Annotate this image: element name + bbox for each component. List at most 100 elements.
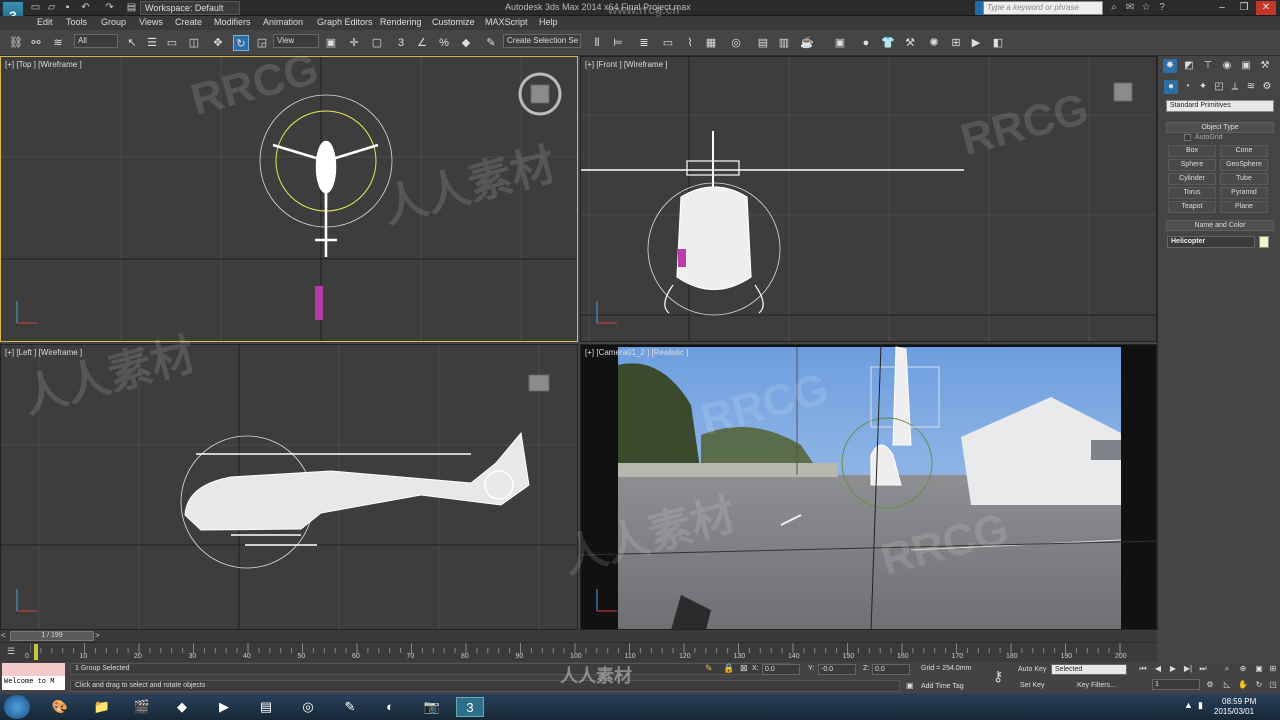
sphere-object-icon[interactable]: ● — [858, 35, 874, 51]
app-circle-icon[interactable]: ◐ — [376, 697, 404, 717]
auto-key-button[interactable]: Auto Key — [1018, 666, 1046, 673]
key-set-dropdown[interactable]: Selected — [1051, 664, 1127, 675]
layer-manager-icon[interactable]: ≣ — [636, 35, 652, 51]
subscription-icon[interactable]: ✉ — [1124, 2, 1136, 14]
primitive-type-dropdown[interactable]: Standard Primitives — [1166, 100, 1274, 112]
go-to-start-icon[interactable]: ⏮ — [1136, 663, 1150, 675]
favorites-icon[interactable]: ☆ — [1140, 2, 1152, 14]
render-production-icon[interactable]: ☕ — [799, 35, 815, 51]
close-button[interactable]: ✕ — [1256, 1, 1276, 15]
cylinder-button[interactable]: Cylinder — [1168, 173, 1216, 185]
name-color-rollout[interactable]: Name and Color — [1166, 220, 1274, 231]
set-key-icon[interactable]: ⚷ — [993, 668, 1003, 685]
box-button[interactable]: Box — [1168, 145, 1216, 157]
isolate-selection-icon[interactable]: ✎ — [705, 663, 713, 674]
particle-icon[interactable]: ✺ — [926, 35, 942, 51]
viewport-top[interactable]: [+] [Top ] [Wireframe ] — [0, 56, 578, 342]
zoom-extents-icon[interactable]: ▣ — [1252, 663, 1266, 675]
maximize-viewport-icon[interactable]: ◳ — [1266, 679, 1280, 691]
select-move-icon[interactable]: ✥ — [210, 35, 226, 51]
helpers-icon[interactable]: ⟂ — [1228, 80, 1242, 94]
key-filters-button[interactable]: Key Filters... — [1077, 682, 1116, 689]
viewcube-front[interactable] — [1113, 82, 1133, 102]
object-name-field[interactable]: Helicopter — [1167, 236, 1255, 248]
play-preview-icon[interactable]: ▶ — [968, 35, 984, 51]
systems-icon[interactable]: ⚙ — [1260, 80, 1274, 94]
keyboard-shortcut-icon[interactable]: ▢ — [369, 35, 385, 51]
media-player-icon[interactable]: 🎬 — [128, 697, 156, 717]
next-frame-button-icon[interactable]: ▶| — [1181, 663, 1195, 675]
wrench-icon[interactable]: ⚒ — [902, 35, 918, 51]
camera-app-icon[interactable]: 📷 — [418, 697, 446, 717]
modify-tab-icon[interactable]: ◩ — [1182, 59, 1196, 73]
schematic-view-icon[interactable]: ▦ — [703, 35, 719, 51]
clock-date[interactable]: 2015/03/01 — [1214, 707, 1254, 716]
go-to-end-icon[interactable]: ⏭ — [1196, 663, 1210, 675]
save-icon[interactable]: ▪ — [62, 2, 73, 13]
menu-rendering[interactable]: Rendering — [380, 17, 422, 27]
time-configuration-icon[interactable]: ⚙ — [1203, 679, 1217, 691]
viewport-front-label[interactable]: [+] [Front ] [Wireframe ] — [585, 60, 667, 69]
help-icon[interactable]: ? — [1156, 2, 1168, 14]
curve-editor-icon[interactable]: ⌇ — [682, 35, 698, 51]
3dsmax-task-icon[interactable]: 3 — [456, 697, 484, 717]
design-tool-icon[interactable]: ✎ — [336, 697, 364, 717]
pan-icon[interactable]: ✋ — [1236, 679, 1250, 691]
chrome-icon[interactable]: ◎ — [294, 697, 322, 717]
reference-coordinate-dropdown[interactable]: View — [273, 34, 319, 48]
next-frame-icon[interactable]: > — [95, 631, 100, 640]
render-effects-icon[interactable]: ◧ — [990, 35, 1006, 51]
display-tab-icon[interactable]: ▣ — [1239, 59, 1253, 73]
select-manipulate-icon[interactable]: ✛ — [346, 35, 362, 51]
viewcube-left[interactable] — [528, 374, 550, 392]
material-editor-icon[interactable]: ◎ — [728, 35, 744, 51]
workspace-dropdown[interactable]: Workspace: Default — [140, 1, 240, 15]
create-tab-icon[interactable]: ✸ — [1163, 59, 1177, 73]
absolute-mode-icon[interactable]: ⊠ — [740, 663, 748, 674]
cone-button[interactable]: Cone — [1220, 145, 1268, 157]
trackbar[interactable]: ☰ 0 10 20 30 40 50 60 70 80 90 100 110 120 130 140 150 1… — [0, 642, 1157, 662]
add-time-tag[interactable]: Add Time Tag — [921, 683, 964, 690]
hierarchy-tab-icon[interactable]: ⊤ — [1201, 59, 1215, 73]
y-coordinate-field[interactable]: -0.0 — [818, 664, 856, 675]
select-scale-icon[interactable]: ◲ — [254, 35, 270, 51]
maxscript-mini-listener[interactable]: Welcome to M — [2, 676, 65, 690]
zoom-icon[interactable]: ⌕ — [1220, 663, 1234, 675]
pivot-center-icon[interactable]: ▣ — [323, 35, 339, 51]
paint-icon[interactable]: 🎨 — [46, 697, 74, 717]
menu-modifiers[interactable]: Modifiers — [214, 17, 251, 27]
torus-button[interactable]: Torus — [1168, 187, 1216, 199]
redo-icon[interactable]: ↷ — [104, 2, 115, 13]
snap-toggle-icon[interactable]: 3 — [393, 35, 409, 51]
prev-frame-icon[interactable]: < — [1, 631, 6, 640]
plane-button[interactable]: Plane — [1220, 201, 1268, 213]
spinner-snap-icon[interactable]: ◆ — [458, 35, 474, 51]
edit-named-selection-icon[interactable]: ✎ — [483, 35, 499, 51]
search-scope-icon[interactable] — [975, 1, 983, 15]
maxscript-listener-output[interactable] — [2, 663, 65, 676]
teapot-button[interactable]: Teapot — [1168, 201, 1216, 213]
z-coordinate-field[interactable]: 0.0 — [872, 664, 910, 675]
binoculars-icon[interactable]: ⌕ — [1108, 2, 1120, 14]
reactor-icon[interactable]: ⊞ — [948, 35, 964, 51]
geometry-icon[interactable]: ● — [1164, 80, 1178, 94]
angle-snap-icon[interactable]: ∠ — [414, 35, 430, 51]
object-color-swatch[interactable] — [1259, 236, 1269, 248]
current-frame-field[interactable]: 1 — [1152, 679, 1200, 690]
sticky-notes-icon[interactable]: ▤ — [252, 697, 280, 717]
rendered-frame-window-icon[interactable]: ▥ — [776, 35, 792, 51]
select-by-name-icon[interactable]: ☰ — [144, 35, 160, 51]
photoshop-icon[interactable]: ◆ — [168, 697, 196, 717]
tray-arrow-icon[interactable]: ▲ — [1184, 700, 1193, 710]
window-crossing-icon[interactable]: ◫ — [186, 35, 202, 51]
viewport-left[interactable]: [+] [Left ] [Wireframe ] — [0, 344, 578, 630]
time-slider[interactable]: < 1 / 199 > — [0, 630, 1157, 642]
time-tag-icon[interactable]: ▣ — [906, 681, 914, 690]
lights-icon[interactable]: ✦ — [1196, 80, 1210, 94]
previous-frame-icon[interactable]: ◀ — [1151, 663, 1165, 675]
menu-customize[interactable]: Customize — [432, 17, 475, 27]
minimize-button[interactable]: – — [1212, 1, 1232, 15]
viewport-camera[interactable]: [+] [Camera01_2 ] [Realistic ] — [580, 344, 1157, 630]
play-icon[interactable]: ▶ — [1166, 663, 1180, 675]
select-rotate-icon[interactable]: ↻ — [233, 35, 249, 51]
